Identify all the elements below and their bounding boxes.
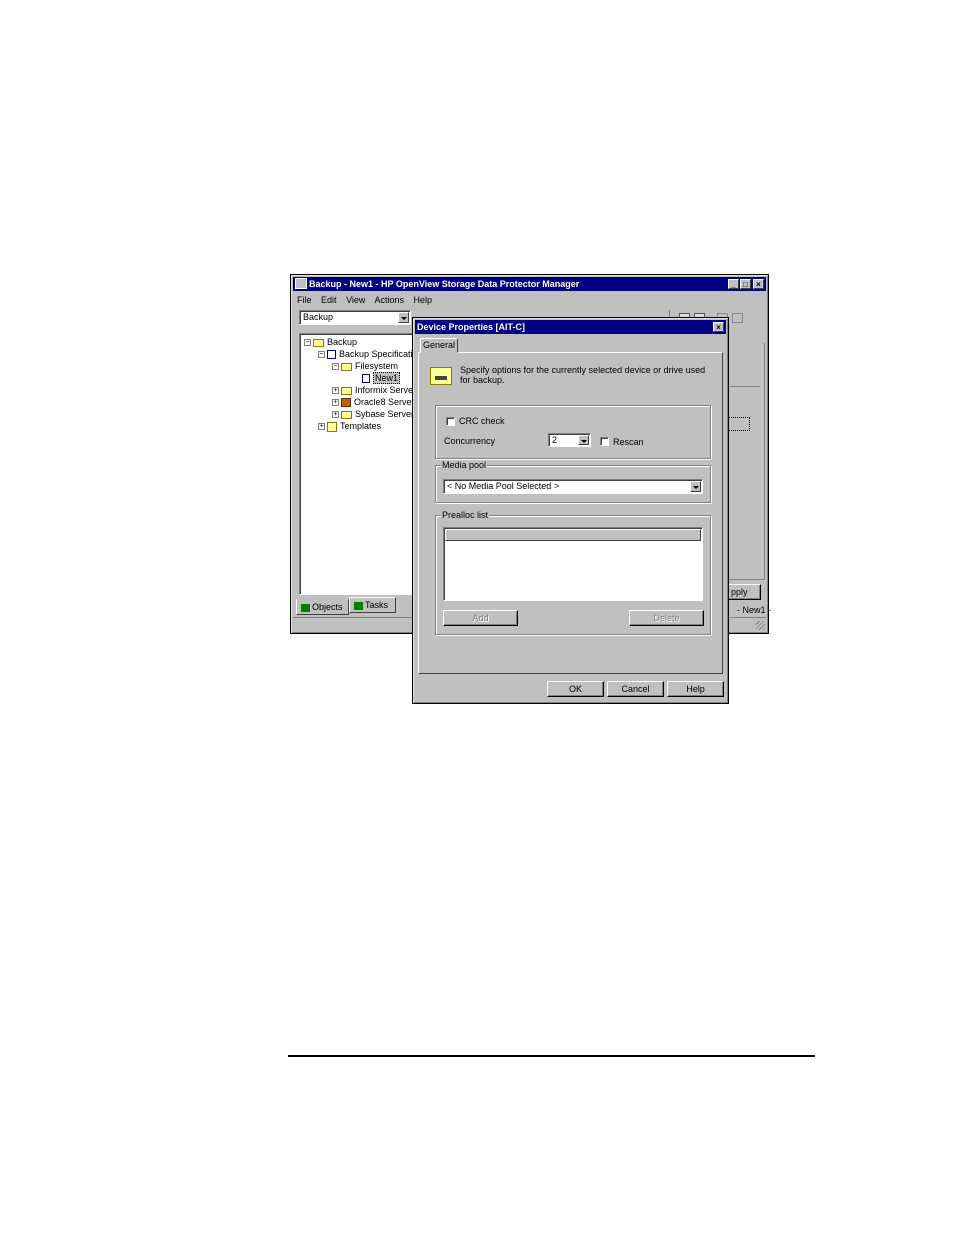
concurrency-value: 2 <box>552 435 558 445</box>
chevron-down-icon[interactable] <box>690 481 701 492</box>
prealloc-list-group: Prealloc list Add Delete <box>435 510 711 635</box>
templates-icon <box>327 421 337 432</box>
prealloc-list-header <box>445 529 701 541</box>
media-pool-label: Media pool <box>441 460 488 470</box>
page-rule <box>288 1055 815 1057</box>
add-button[interactable]: Add <box>443 610 518 626</box>
dialog-description: Specify options for the currently select… <box>460 365 706 385</box>
expand-icon[interactable]: + <box>318 423 325 431</box>
device-folder-icon <box>430 367 452 385</box>
context-select[interactable]: Backup <box>299 310 411 325</box>
folder-icon <box>341 386 352 395</box>
ok-button[interactable]: OK <box>547 681 604 697</box>
dialog-titlebar[interactable]: Device Properties [AIT-C] × <box>415 320 726 334</box>
dialog-title: Device Properties [AIT-C] <box>417 322 526 332</box>
resize-grip-icon[interactable] <box>756 621 765 630</box>
device-properties-dialog: Device Properties [AIT-C] × General Spec… <box>412 317 729 704</box>
tree-item-backup[interactable]: − Backup <box>304 336 357 348</box>
objects-icon <box>301 603 310 612</box>
folder-icon <box>313 338 324 347</box>
collapse-icon[interactable]: − <box>304 339 311 347</box>
tab-tasks[interactable]: Tasks <box>349 597 396 613</box>
prealloc-listbox[interactable] <box>443 527 703 601</box>
menu-edit[interactable]: Edit <box>321 295 337 305</box>
menu-file[interactable]: File <box>297 295 312 305</box>
right-pane-divider <box>728 386 760 387</box>
tree-item-filesystem[interactable]: − Filesystem <box>332 360 398 372</box>
close-button[interactable]: × <box>753 279 764 289</box>
delete-button[interactable]: Delete <box>629 610 704 626</box>
stop-icon[interactable] <box>732 313 743 323</box>
maximize-button[interactable]: □ <box>740 279 751 289</box>
rescan-label[interactable]: Rescan <box>613 437 644 447</box>
menu-actions[interactable]: Actions <box>374 295 404 305</box>
options-group: CRC check Concurrency 2 Rescan <box>435 405 711 459</box>
minimize-button[interactable]: _ <box>728 279 739 289</box>
right-pane <box>724 343 765 580</box>
apply-button[interactable]: pply <box>728 584 761 600</box>
expand-icon[interactable]: + <box>332 411 339 419</box>
media-pool-value: < No Media Pool Selected > <box>447 481 560 491</box>
rescan-checkbox[interactable] <box>600 437 609 446</box>
folder-icon <box>341 410 352 419</box>
concurrency-select[interactable]: 2 <box>548 433 591 447</box>
tree-item-new1[interactable]: New1 <box>362 372 401 384</box>
cancel-button[interactable]: Cancel <box>607 681 664 697</box>
main-window-title: Backup - New1 - HP OpenView Storage Data… <box>309 279 580 289</box>
help-button[interactable]: Help <box>667 681 724 697</box>
app-icon <box>295 278 307 289</box>
menu-bar: File Edit View Actions Help <box>297 294 439 306</box>
scoping-tree-pane: − Backup − Backup Specificati − Filesystem … <box>299 333 419 595</box>
crc-check-checkbox[interactable] <box>446 417 455 426</box>
tab-objects[interactable]: Objects <box>296 599 349 615</box>
context-select-value: Backup <box>303 312 334 322</box>
chevron-down-icon[interactable] <box>578 435 589 445</box>
concurrency-label: Concurrency <box>444 436 496 446</box>
main-titlebar[interactable]: Backup - New1 - HP OpenView Storage Data… <box>293 277 766 291</box>
media-pool-select[interactable]: < No Media Pool Selected > <box>443 479 703 494</box>
expand-icon[interactable]: + <box>332 399 339 407</box>
tree-item-templates[interactable]: + Templates <box>318 420 381 432</box>
media-pool-group: Media pool < No Media Pool Selected > <box>435 460 711 503</box>
expand-icon[interactable]: + <box>332 387 339 395</box>
tree-item-informix[interactable]: + Informix Server <box>332 384 416 396</box>
menu-view[interactable]: View <box>346 295 365 305</box>
database-icon <box>341 398 351 408</box>
tree-item-oracle8[interactable]: + Oracle8 Server <box>332 396 415 408</box>
tree-item-backup-specifications[interactable]: − Backup Specificati <box>318 348 413 360</box>
folder-icon <box>341 362 352 371</box>
prealloc-list-label: Prealloc list <box>441 510 490 520</box>
tree-item-sybase[interactable]: + Sybase Server <box>332 408 414 420</box>
spec-icon <box>327 350 336 360</box>
spec-icon <box>362 374 370 384</box>
tab-panel: Specify options for the currently select… <box>418 352 723 674</box>
status-right: - New1 - <box>737 605 772 615</box>
crc-check-label[interactable]: CRC check <box>459 416 505 426</box>
tab-general[interactable]: General <box>420 338 458 353</box>
tasks-icon <box>354 601 363 610</box>
menu-help[interactable]: Help <box>413 295 432 305</box>
dialog-close-button[interactable]: × <box>713 322 724 332</box>
chevron-down-icon[interactable] <box>398 312 409 323</box>
collapse-icon[interactable]: − <box>332 363 339 371</box>
collapse-icon[interactable]: − <box>318 351 325 359</box>
